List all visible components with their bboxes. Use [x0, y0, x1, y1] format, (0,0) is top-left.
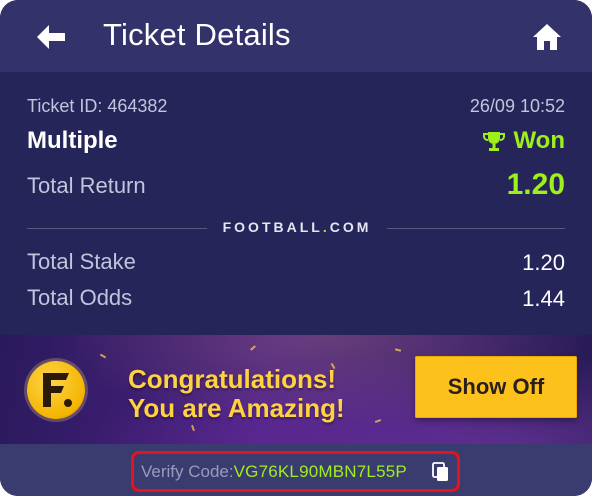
back-arrow-icon: [37, 25, 65, 49]
page-title: Ticket Details: [103, 17, 291, 52]
bet-type: Multiple: [27, 127, 118, 154]
brand-dot: .: [322, 219, 330, 235]
verify-code-label: Verify Code:: [141, 461, 234, 481]
brand-prefix: FOOTBALL: [222, 219, 323, 235]
verify-code-box: Verify Code: VG76KL90MBN7L55P: [131, 451, 460, 492]
header-bar: Ticket Details: [0, 0, 592, 72]
brand-suffix: COM: [329, 219, 372, 235]
verify-code-value[interactable]: VG76KL90MBN7L55P: [234, 462, 407, 482]
divider-right: [387, 228, 565, 229]
copy-button[interactable]: [432, 462, 452, 482]
home-icon: [533, 24, 561, 50]
congrats-line-2: You are Amazing!: [128, 393, 345, 423]
home-button[interactable]: [528, 20, 566, 54]
ticket-id: Ticket ID: 464382: [27, 96, 168, 116]
total-stake-value: 1.20: [522, 250, 565, 275]
show-off-button[interactable]: Show Off: [415, 356, 577, 418]
status-text: Won: [513, 127, 565, 154]
back-button[interactable]: [32, 20, 70, 54]
ticket-details-card: Ticket Details Ticket ID: 464382 26/09 1…: [0, 0, 592, 496]
logo-letter-icon: [43, 373, 72, 407]
divider-left: [27, 228, 207, 229]
total-odds-value: 1.44: [522, 286, 565, 311]
total-odds-label: Total Odds: [27, 285, 133, 310]
congrats-message: Congratulations! You are Amazing!: [128, 365, 345, 423]
status-badge: Won: [483, 127, 565, 155]
total-return-value: 1.20: [506, 168, 565, 201]
ticket-datetime: 26/09 10:52: [469, 96, 565, 116]
congrats-line-1: Congratulations!: [128, 364, 336, 394]
brand-logo: FOOTBALL.COM: [212, 219, 382, 235]
footer-bar: Verify Code: VG76KL90MBN7L55P: [0, 444, 592, 496]
congrats-banner: Congratulations! You are Amazing! Show O…: [0, 335, 592, 444]
football-logo-icon: [27, 361, 85, 419]
trophy-icon: [483, 132, 506, 151]
copy-icon: [432, 462, 448, 481]
total-stake-label: Total Stake: [27, 249, 136, 274]
total-return-label: Total Return: [27, 173, 146, 198]
